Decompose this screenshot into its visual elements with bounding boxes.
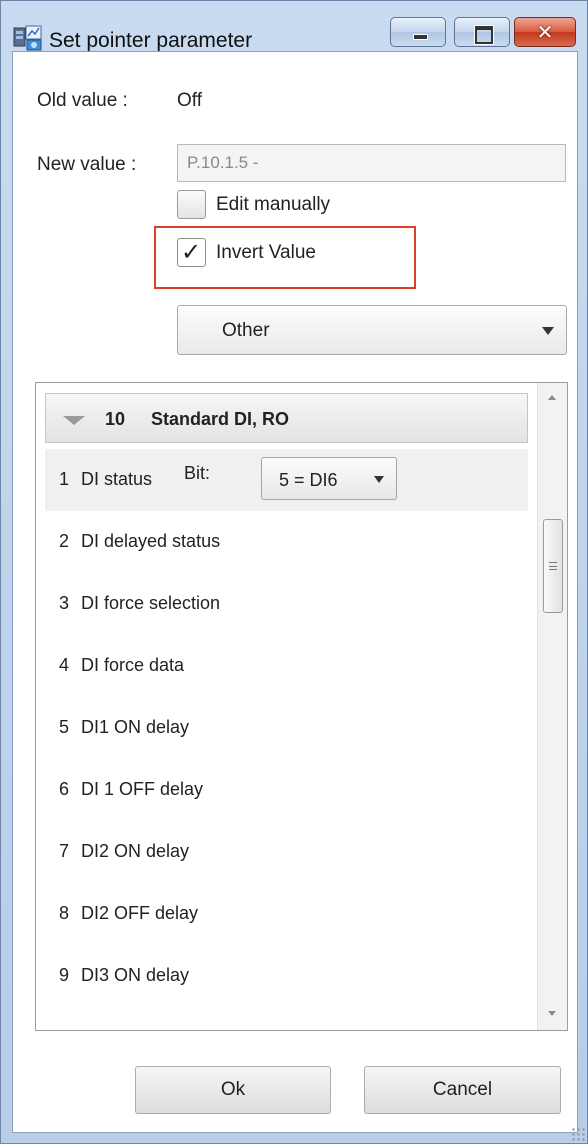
scrollbar-thumb[interactable] [543,519,563,613]
list-item[interactable]: 7 DI2 ON delay [45,821,528,883]
item-number: 5 [59,717,70,737]
close-button[interactable]: ✕ [514,17,576,47]
new-value-field[interactable]: P.10.1.5 - [177,144,566,182]
item-number: 9 [59,965,70,985]
group-number: 10 [105,409,126,429]
item-label: DI force data [81,655,185,675]
item-label: DI delayed status [81,531,221,551]
dialog-window: Set pointer parameter ✕ Old value : Off … [0,0,588,1144]
list-item[interactable]: 2 DI delayed status [45,511,528,573]
list-item[interactable]: 3 DI force selection [45,573,528,635]
edit-manually-label: Edit manually [216,193,331,215]
item-number: 4 [59,655,70,675]
grip-icon [549,562,557,570]
edit-manually-option[interactable]: Edit manually [177,190,330,219]
list-item[interactable]: 8 DI2 OFF delay [45,883,528,945]
list-item[interactable]: 5 DI1 ON delay [45,697,528,759]
maximize-button[interactable] [454,17,510,47]
edit-manually-checkbox[interactable] [177,190,206,219]
title-bar[interactable]: Set pointer parameter ✕ [1,1,587,52]
window-title: Set pointer parameter [49,29,253,52]
item-number: 3 [59,593,70,613]
group-name: Standard DI, RO [151,409,290,429]
list-item[interactable]: 9 DI3 ON delay [45,945,528,1007]
item-label: DI 1 OFF delay [81,779,204,799]
resize-grip-icon[interactable] [571,1127,585,1141]
item-number: 6 [59,779,70,799]
list-item[interactable]: 4 DI force data [45,635,528,697]
item-label: DI3 ON delay [81,965,190,985]
group-header[interactable]: 10 Standard DI, RO [45,393,528,443]
scroll-down-icon[interactable] [548,1011,556,1016]
vertical-scrollbar[interactable] [537,383,567,1030]
old-value: Off [177,90,202,111]
old-value-label: Old value : [37,90,128,111]
chevron-down-icon [542,327,554,335]
item-label: DI2 ON delay [81,841,190,861]
item-number: 7 [59,841,70,861]
app-icon [13,25,42,51]
scroll-up-icon[interactable] [548,395,556,400]
chevron-down-icon [374,476,384,483]
list-item[interactable]: 6 DI 1 OFF delay [45,759,528,821]
item-label: DI2 OFF delay [81,903,199,923]
item-number: 8 [59,903,70,923]
item-number: 2 [59,531,70,551]
expand-triangle-icon[interactable] [63,416,85,425]
item-label: DI force selection [81,593,221,613]
close-icon: ✕ [536,20,554,44]
list-item[interactable]: 1 DI status Bit: 5 = DI6 [45,449,528,511]
ok-button[interactable]: Ok [135,1066,331,1114]
minimize-icon [391,18,445,46]
new-value-label: New value : [37,154,137,175]
category-dropdown-value: Other [222,320,270,341]
category-dropdown[interactable]: Other [177,305,567,355]
parameter-list[interactable]: 10 Standard DI, RO 1 DI status Bit: 5 = … [35,382,568,1031]
bit-dropdown[interactable]: 5 = DI6 [261,457,397,500]
minimize-button[interactable] [390,17,446,47]
maximize-icon [455,18,509,46]
bit-dropdown-value: 5 = DI6 [279,470,338,490]
bit-label: Bit: [184,463,211,483]
cancel-button[interactable]: Cancel [364,1066,561,1114]
item-label: DI status [81,469,153,489]
highlight-annotation [154,226,416,289]
item-number: 1 [59,469,70,489]
item-label: DI1 ON delay [81,717,190,737]
dialog-body: Old value : Off New value : P.10.1.5 - E… [12,51,578,1133]
